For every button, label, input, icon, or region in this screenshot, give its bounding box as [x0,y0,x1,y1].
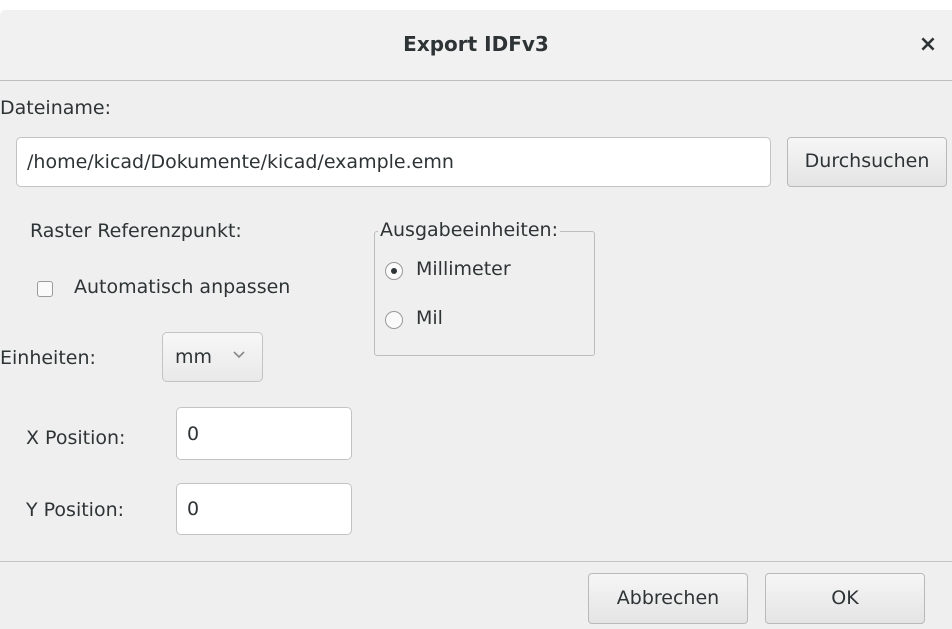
y-position-label: Y Position: [26,499,125,521]
y-position-input[interactable] [176,483,352,535]
output-units-group [374,231,595,356]
filename-label: Dateiname: [0,97,111,119]
dialog-title: Export IDFv3 [403,32,549,56]
units-label: Einheiten: [0,347,96,369]
filename-input[interactable] [16,137,771,187]
radio-selected-dot [391,268,397,274]
close-icon[interactable]: × [916,32,940,58]
millimeter-label[interactable]: Millimeter [416,258,511,280]
mil-radio[interactable] [385,311,403,329]
auto-adjust-label[interactable]: Automatisch anpassen [74,276,290,298]
units-dropdown-value: mm [175,346,213,368]
grid-reference-heading: Raster Referenzpunkt: [30,220,242,242]
x-position-label: X Position: [26,427,126,449]
title-bar: Export IDFv3 × [0,10,952,81]
mil-label[interactable]: Mil [416,307,443,329]
ok-button[interactable]: OK [765,573,925,624]
cancel-button[interactable]: Abbrechen [588,573,748,624]
units-dropdown[interactable]: mm [162,332,263,382]
auto-adjust-checkbox[interactable] [37,281,53,297]
chevron-down-icon [233,351,245,359]
output-units-heading: Ausgabeeinheiten: [378,219,560,241]
browse-button[interactable]: Durchsuchen [787,137,947,187]
x-position-input[interactable] [176,407,352,460]
millimeter-radio[interactable] [385,262,403,280]
export-idfv3-dialog: Export IDFv3 × Dateiname: Durchsuchen Ra… [0,10,952,629]
footer-separator [0,561,952,562]
